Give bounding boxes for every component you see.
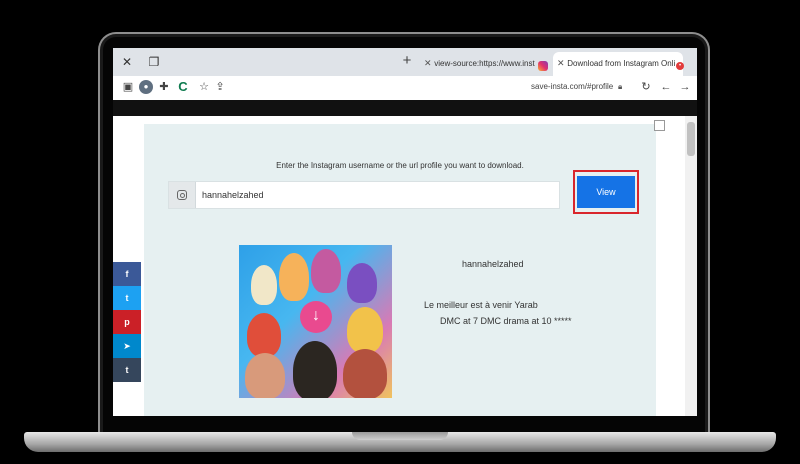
figure-shape [343,349,387,398]
puzzle-extension-icon[interactable]: ✚ [157,80,171,94]
tumblr-share-button[interactable]: t [113,358,141,382]
telegram-share-button[interactable]: ➤ [113,334,141,358]
figure-shape [347,263,377,303]
download-arrow-icon[interactable]: ↓ [300,301,332,333]
extension-icon[interactable]: ▣ [121,80,135,94]
profile-avatar-icon[interactable]: ● [139,80,153,94]
instagram-icon [177,190,187,200]
twitter-share-button[interactable]: t [113,286,141,310]
lock-icon[interactable]: 🔒︎ [618,82,622,92]
figure-shape [279,253,309,301]
figure-shape [347,307,383,353]
instagram-favicon-icon [538,61,548,71]
pinterest-share-button[interactable]: p [113,310,141,334]
browser-toolbar: ▣ ● ✚ C ☆ ⇪ save-insta.com/#profile 🔒︎ ↻… [113,76,697,101]
tab-close-icon[interactable]: ✕ [424,58,432,69]
download-panel: Enter the Instagram username or the url … [144,124,656,416]
profile-bio-line: Le meilleur est à venir Yarab [424,300,538,310]
scrollbar-thumb[interactable] [687,122,695,156]
share-page-icon[interactable]: ⇪ [213,80,227,94]
back-icon[interactable]: ← [659,80,673,94]
tab-view-source[interactable]: ✕ view-source:https://www.instagr [420,52,535,76]
c-extension-icon[interactable]: C [176,79,190,95]
tab-title: view-source:https://www.instagr [434,59,535,68]
tab-strip: ✕ ❐ + ✕ view-source:https://www.instagr … [113,48,697,76]
reload-icon[interactable]: ↻ [639,80,653,94]
username-value: hannahelzahed [202,190,264,200]
username-input[interactable]: hannahelzahed [168,181,560,209]
tab-download-instagram[interactable]: ✕ Download from Instagram Onli [553,52,683,76]
view-button[interactable]: View [577,176,635,208]
restore-window-icon[interactable]: ❐ [146,54,162,70]
new-tab-button[interactable]: + [399,53,415,69]
figure-shape [245,353,285,398]
bookmarks-bar [113,100,697,116]
instructions-text: Enter the Instagram username or the url … [276,161,524,170]
reader-mode-icon[interactable] [654,120,665,131]
tab-title: Download from Instagram Onli [567,59,676,68]
tab-media-icon[interactable]: • [676,62,684,70]
profile-bio-line: DMC at 7 DMC drama at 10 ***** [440,316,572,326]
facebook-share-button[interactable]: f [113,262,141,286]
instagram-icon-box [169,182,196,208]
web-page: Enter the Instagram username or the url … [113,116,697,416]
profile-username: hannahelzahed [462,259,524,269]
close-window-icon[interactable]: ✕ [119,54,135,70]
profile-image[interactable]: ↓ [239,245,392,398]
figure-shape [251,265,277,305]
figure-shape [311,249,341,293]
page-scrollbar[interactable] [685,116,697,416]
tab-close-icon[interactable]: ✕ [557,58,565,69]
laptop-screen: ✕ ❐ + ✕ view-source:https://www.instagr … [113,48,697,416]
figure-shape [247,313,281,357]
figure-shape [293,341,337,398]
forward-icon[interactable]: → [678,80,692,94]
bookmark-star-icon[interactable]: ☆ [197,80,211,94]
laptop-notch [352,432,448,440]
address-bar[interactable]: save-insta.com/#profile [531,82,613,91]
